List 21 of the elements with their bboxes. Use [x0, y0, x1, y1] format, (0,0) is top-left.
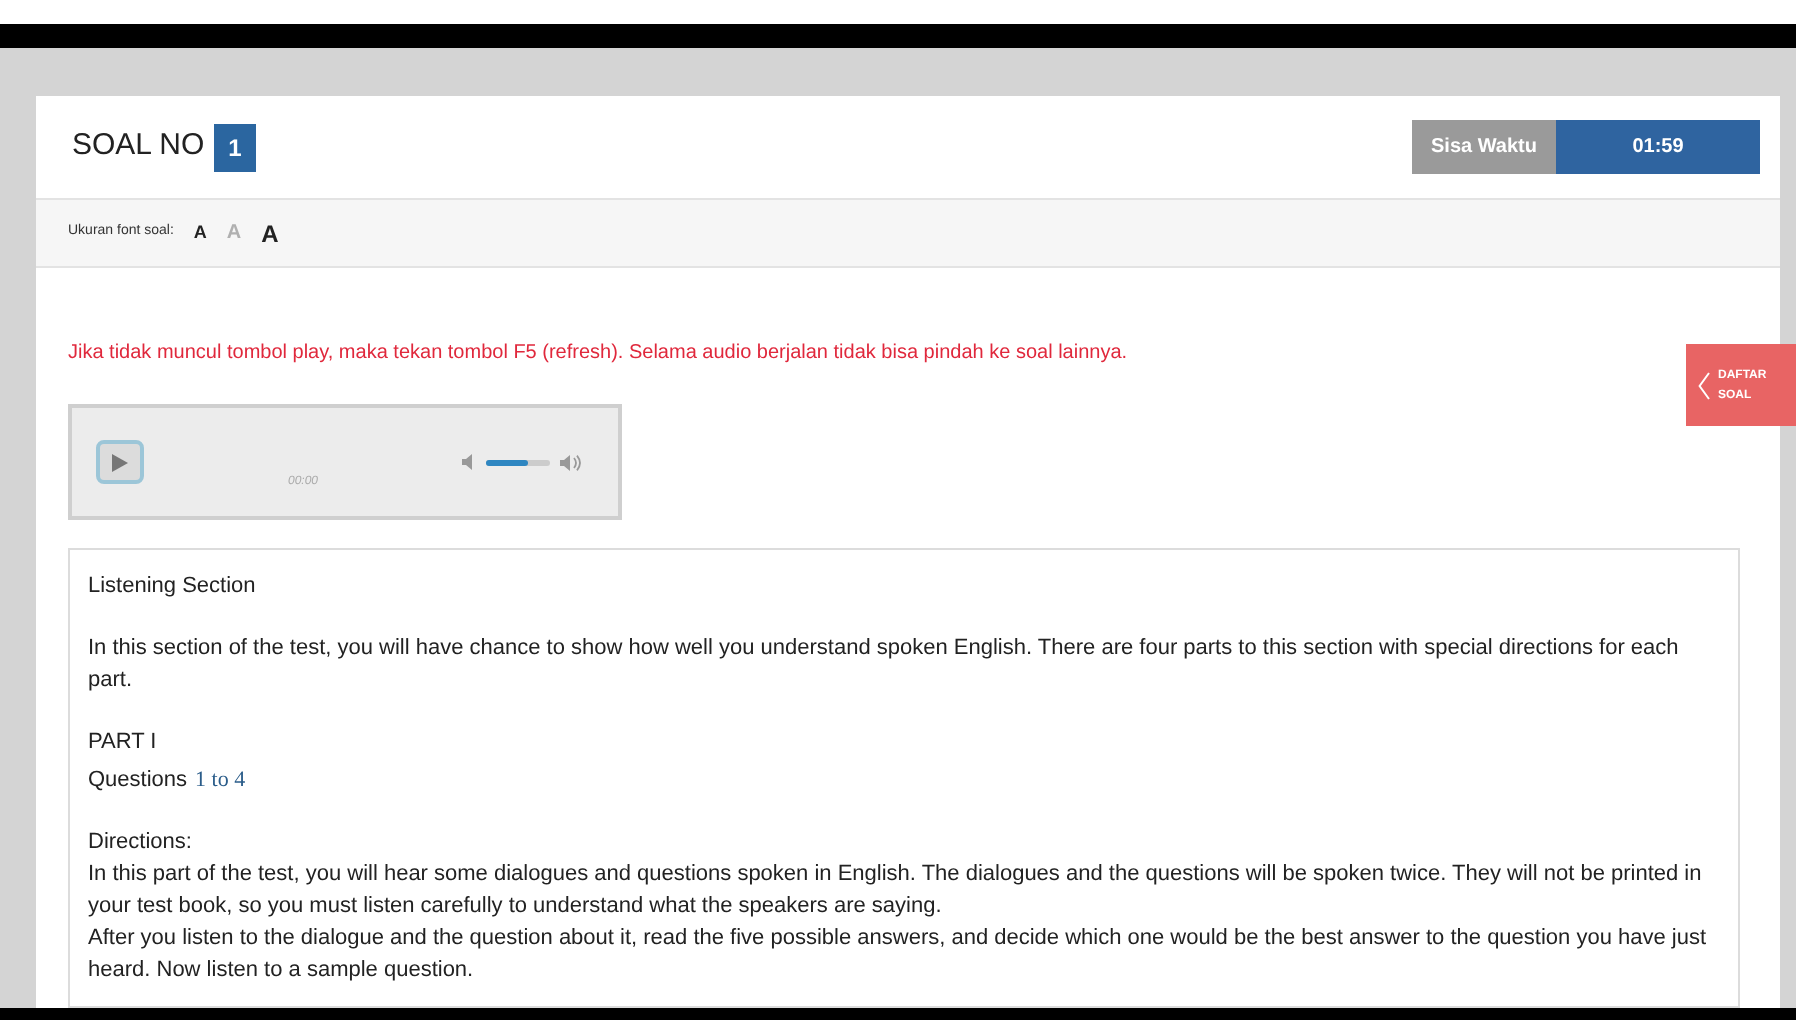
questions-label: Questions	[88, 766, 188, 796]
section-heading: Listening Section	[88, 572, 258, 602]
directions-paragraph: After you listen to the dialogue and the question about it, read the five possible answers, and decide which one would be the best answer to the question you have just heard. Now listen to a sample question.	[88, 924, 1709, 986]
volume-slider[interactable]	[486, 459, 550, 465]
question-number: 1	[214, 123, 256, 172]
page-title: SOAL NO	[72, 126, 205, 167]
volume-high-icon	[560, 453, 582, 471]
font-size-option[interactable]: A	[261, 215, 279, 252]
play-icon	[112, 453, 128, 471]
volume-low-icon	[462, 454, 476, 470]
notice-text: Jika tidak muncul tombol play, maka tekan tombol F5 (refresh). Selama audio berjalan tidak bisa pindah ke soal lainnya.	[68, 340, 1130, 368]
chevron-left-icon	[1698, 371, 1710, 399]
font-size-option[interactable]: A	[193, 219, 207, 247]
play-button[interactable]	[96, 440, 144, 484]
timer-label: Sisa Waktu	[1412, 120, 1556, 175]
directions-heading: Directions:	[88, 828, 194, 858]
timer-value: 01:59	[1556, 120, 1760, 175]
intro-paragraph: In this section of the test, you will have chance to show how well you understand spoken English. There are four parts to this section with special directions for each part.	[88, 634, 1681, 696]
questions-range: 1 to 4	[195, 766, 246, 796]
directions-paragraph: In this part of the test, you will hear some dialogues and questions spoken in English. The dialogues and the questions will be spoken twice. They will not be printed in your test book, so you must listen carefully to understand what the speakers are saying.	[88, 860, 1704, 922]
part-heading: PART I	[88, 728, 159, 758]
